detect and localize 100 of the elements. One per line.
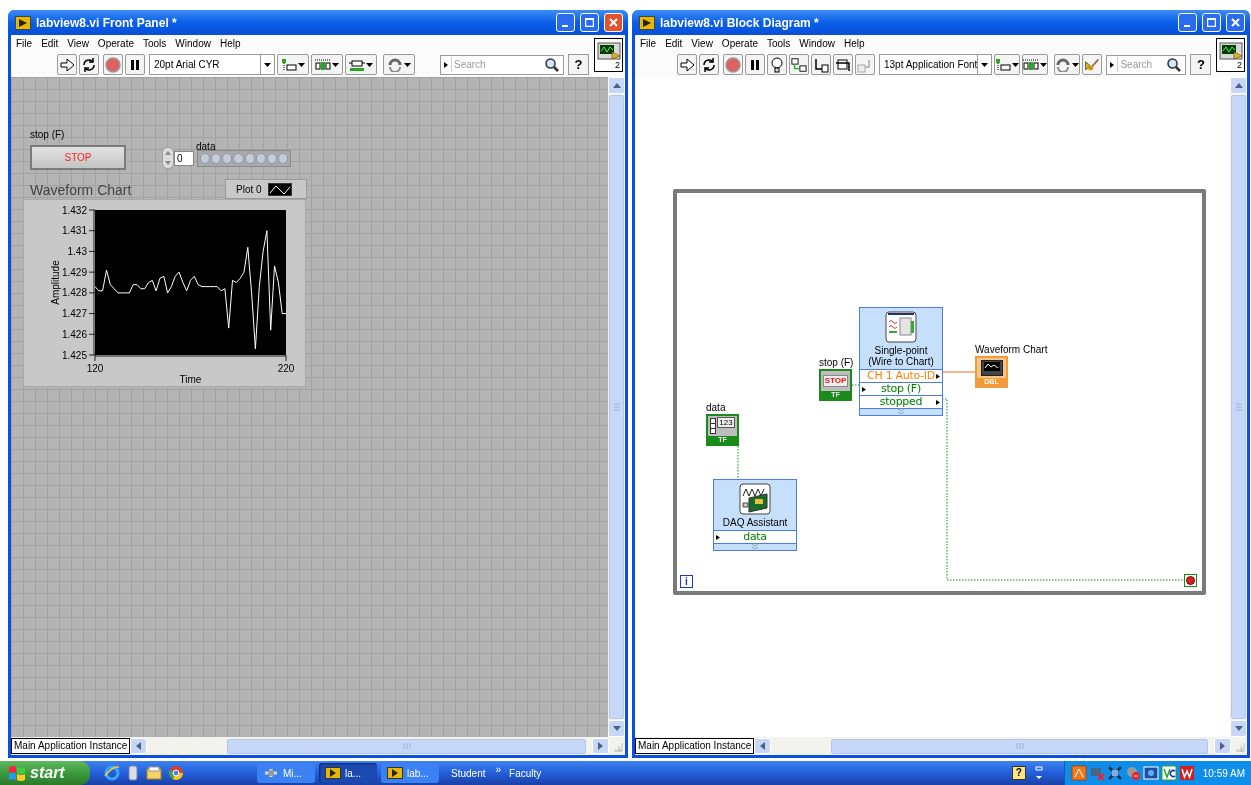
scroll-up-button[interactable]: [1230, 77, 1247, 94]
loop-condition-icon[interactable]: [1184, 574, 1197, 587]
blocked-icon[interactable]: [1124, 765, 1141, 781]
menu-item[interactable]: File: [16, 36, 33, 51]
resize-icon: [349, 57, 365, 72]
increment-decrement-icon[interactable]: [162, 147, 174, 169]
taskbar-button[interactable]: lab...: [381, 763, 439, 783]
plot-legend[interactable]: Plot 0: [225, 179, 307, 199]
scroll-thumb[interactable]: [831, 738, 1208, 754]
abort-circle-icon: [105, 56, 121, 73]
express-vi-node[interactable]: DAQ Assistant data: [713, 479, 797, 551]
scroll-right-button[interactable]: [592, 738, 609, 754]
terminal-row[interactable]: data: [714, 530, 796, 543]
browser-icon[interactable]: [168, 765, 184, 781]
distribute-objects-button[interactable]: [311, 54, 343, 75]
help-button[interactable]: ?: [1190, 54, 1212, 75]
retain-wire-values-button[interactable]: [789, 54, 809, 75]
pause-button[interactable]: [745, 54, 765, 75]
maximize-button[interactable]: [1202, 13, 1221, 32]
align-objects-button[interactable]: [994, 54, 1021, 75]
menu-item[interactable]: Operate: [721, 36, 758, 51]
device-icon[interactable]: [126, 765, 140, 781]
pause-button[interactable]: [125, 54, 145, 75]
font-dropdown[interactable]: 13pt Application Font: [879, 54, 993, 75]
step-over-button[interactable]: [833, 54, 853, 75]
distribute-objects-button[interactable]: [1022, 54, 1049, 75]
menu-item[interactable]: View: [67, 36, 89, 51]
toolbar-link[interactable]: Student: [451, 765, 486, 781]
clean-up-diagram-button[interactable]: [1082, 54, 1103, 75]
align-objects-button[interactable]: [277, 54, 309, 75]
menu-item[interactable]: View: [691, 36, 713, 51]
while-loop-frame[interactable]: [673, 189, 1206, 595]
help-button[interactable]: ?: [568, 54, 589, 75]
reorder-button[interactable]: [1054, 54, 1081, 75]
reorder-button[interactable]: [383, 54, 415, 75]
menu-item[interactable]: File: [640, 36, 657, 51]
menu-item[interactable]: Window: [799, 36, 835, 51]
menu-item[interactable]: Operate: [97, 36, 134, 51]
vi-icon-pane[interactable]: 2: [594, 38, 623, 72]
scroll-thumb[interactable]: [227, 738, 586, 754]
run-button[interactable]: [677, 54, 697, 75]
help-tray-button[interactable]: ?: [1011, 766, 1026, 780]
menu-item[interactable]: Tools: [143, 36, 167, 51]
scroll-right-button[interactable]: [1214, 738, 1231, 754]
search-field[interactable]: Search: [451, 57, 545, 72]
terminal-row[interactable]: stopped: [860, 395, 942, 408]
close-button[interactable]: [604, 13, 623, 32]
scroll-down-button[interactable]: [1230, 720, 1247, 737]
run-continuously-button[interactable]: [79, 54, 99, 75]
scroll-left-button[interactable]: [754, 738, 772, 754]
menu-item[interactable]: Window: [175, 36, 211, 51]
step-into-button[interactable]: [811, 54, 831, 75]
toolbar-chevron[interactable]: »: [495, 761, 502, 777]
search-box[interactable]: Search: [1106, 54, 1187, 75]
node-expander[interactable]: [714, 543, 796, 550]
iteration-terminal[interactable]: i: [680, 575, 693, 588]
menu-item[interactable]: Help: [219, 36, 241, 51]
font-dropdown[interactable]: 20pt Arial CYR: [149, 54, 275, 75]
close-button[interactable]: [1226, 13, 1245, 32]
array-index-icon: [710, 418, 717, 434]
menu-item[interactable]: Edit: [41, 36, 59, 51]
monitor-icon[interactable]: [1142, 765, 1159, 781]
vertical-scrollbar[interactable]: [1230, 77, 1247, 737]
network-icon[interactable]: [1106, 765, 1123, 781]
pause-icon: [748, 57, 762, 72]
scroll-thumb[interactable]: [609, 95, 624, 719]
scroll-down-button[interactable]: [608, 720, 625, 737]
taskbar-button[interactable]: la...: [319, 763, 377, 783]
folder-icon[interactable]: [146, 765, 162, 781]
scroll-up-button[interactable]: [608, 77, 625, 94]
array-index-field[interactable]: 0: [174, 151, 194, 166]
menu-item[interactable]: Help: [843, 36, 865, 51]
maximize-button[interactable]: [580, 13, 599, 32]
menu-item[interactable]: Tools: [767, 36, 791, 51]
run-continuously-button[interactable]: [699, 54, 719, 75]
menu-item[interactable]: Edit: [665, 36, 683, 51]
toolbar-link[interactable]: Faculty: [509, 765, 542, 781]
scroll-thumb[interactable]: [1231, 95, 1246, 719]
highlight-execution-button[interactable]: [767, 54, 787, 75]
start-button[interactable]: start: [0, 761, 90, 785]
search-box[interactable]: Search: [440, 54, 564, 75]
tray-app-icon[interactable]: [1178, 765, 1195, 781]
search-field[interactable]: Search: [1117, 57, 1168, 72]
minimize-button[interactable]: [1178, 13, 1197, 32]
language-bar-icon[interactable]: [1033, 765, 1044, 781]
run-button[interactable]: [57, 54, 77, 75]
vi-icon-pane[interactable]: 2: [1216, 38, 1245, 72]
resize-objects-button[interactable]: [345, 54, 377, 75]
app-icon: [387, 767, 403, 779]
express-vi-node[interactable]: Single-point (Wire to Chart) CH 1 Auto-ID stop (F) stopped: [859, 307, 943, 416]
taskbar-button[interactable]: Mi...: [257, 763, 315, 783]
vertical-scrollbar[interactable]: [608, 77, 625, 737]
tray-check-icon[interactable]: [1160, 765, 1177, 781]
left-arrow-icon: [136, 742, 142, 750]
minimize-button[interactable]: [556, 13, 575, 32]
tray-app-icon[interactable]: [1070, 765, 1087, 781]
node-expander[interactable]: [860, 408, 942, 415]
terminal-row[interactable]: stop (F): [860, 382, 942, 395]
scroll-left-button[interactable]: [130, 738, 148, 754]
browser-icon[interactable]: [104, 765, 120, 781]
